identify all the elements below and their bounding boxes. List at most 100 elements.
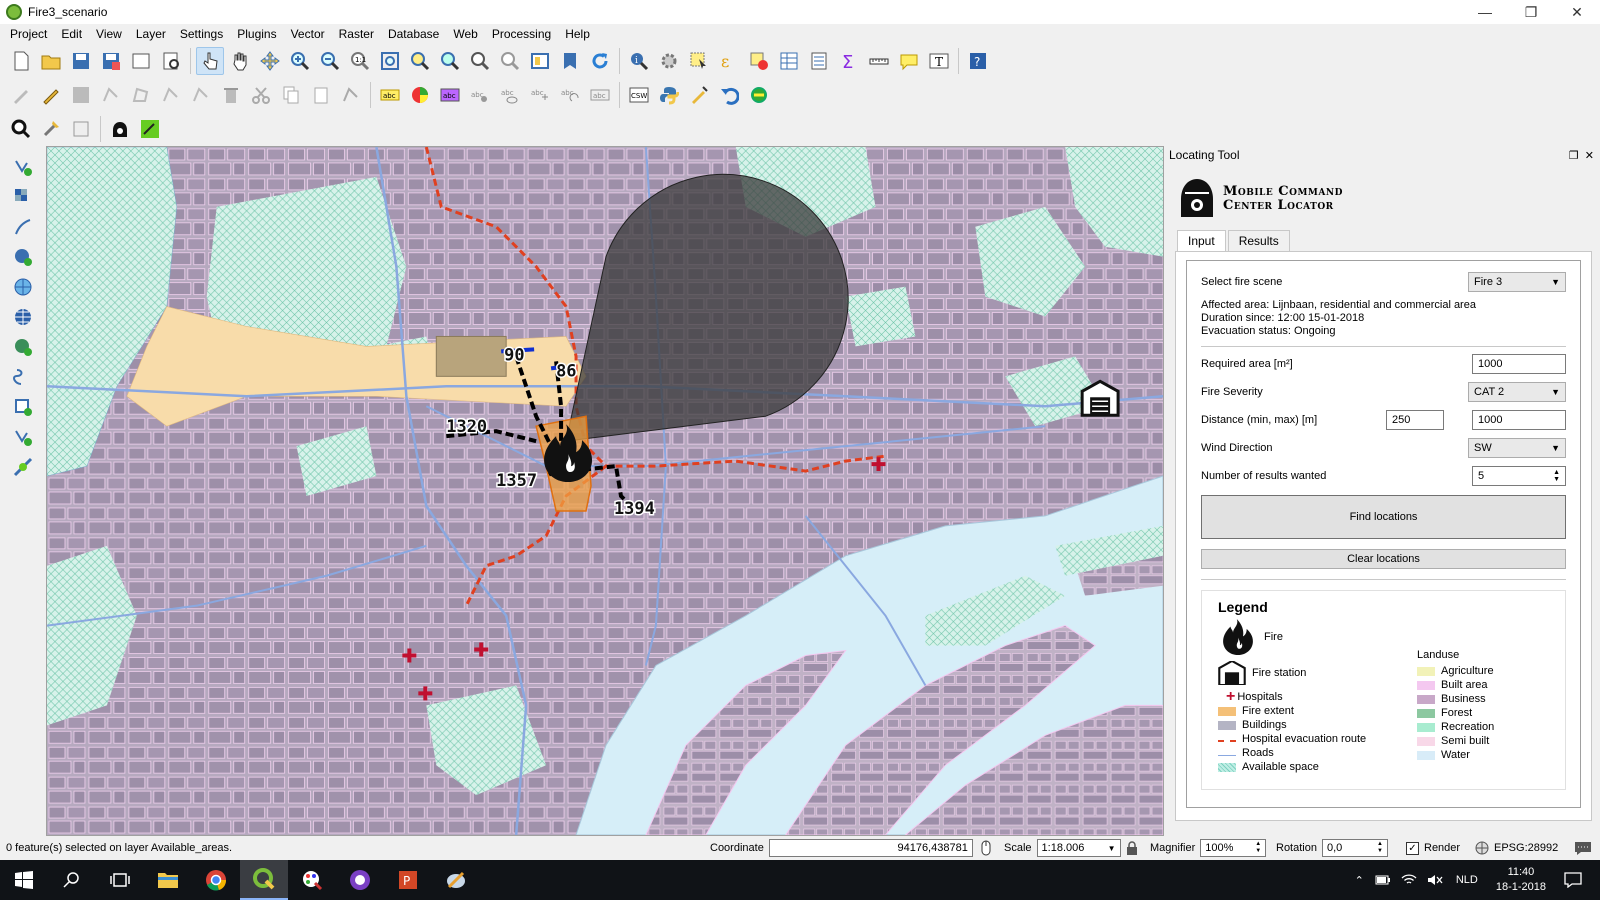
menu-vector[interactable]: Vector xyxy=(284,27,332,41)
text-annotation-button[interactable]: T xyxy=(925,47,953,75)
spin-arrows-icon[interactable]: ▲ ▼ xyxy=(1255,841,1261,855)
distance-max-input[interactable]: 1000 xyxy=(1472,410,1566,430)
scale-combobox[interactable]: 1:18.006 ▼ xyxy=(1036,839,1121,857)
attribute-table-button[interactable] xyxy=(775,47,803,75)
show-hide-labels-button[interactable]: abc xyxy=(496,81,524,109)
magnifier-spinbox[interactable]: 100% ▲ ▼ xyxy=(1200,839,1267,857)
open-project-button[interactable] xyxy=(37,47,65,75)
bookmarks-button[interactable] xyxy=(556,47,584,75)
change-label-button[interactable]: abc xyxy=(586,81,614,109)
menu-raster[interactable]: Raster xyxy=(332,27,381,41)
copy-features-button[interactable] xyxy=(277,81,305,109)
new-print-layout-button[interactable] xyxy=(127,47,155,75)
zoom-last-button[interactable] xyxy=(466,47,494,75)
save-as-button[interactable] xyxy=(97,47,125,75)
add-raster-layer-button[interactable] xyxy=(9,183,37,211)
mouse-icon[interactable] xyxy=(978,840,994,856)
move-feature-button[interactable] xyxy=(187,81,215,109)
select-features-button[interactable] xyxy=(685,47,713,75)
start-button[interactable] xyxy=(0,860,48,900)
select-by-expression-button[interactable]: ε xyxy=(715,47,743,75)
dock-float-button[interactable]: ❐ xyxy=(1569,149,1579,162)
zoom-next-button[interactable] xyxy=(496,47,524,75)
dock-close-button[interactable]: ✕ xyxy=(1585,149,1594,162)
new-shapefile-button[interactable] xyxy=(9,393,37,421)
layout-tool-button[interactable] xyxy=(67,115,95,143)
chrome-button[interactable] xyxy=(192,860,240,900)
vertex-tool-button[interactable] xyxy=(157,81,185,109)
zoom-tool-button[interactable] xyxy=(7,115,35,143)
georeferencer-button[interactable] xyxy=(685,81,713,109)
chevron-up-icon[interactable]: ⌃ xyxy=(1355,874,1364,887)
add-wms-layer-button[interactable] xyxy=(9,273,37,301)
zoom-out-button[interactable] xyxy=(316,47,344,75)
coordinate-field[interactable]: 94176,438781 xyxy=(768,839,973,857)
touch-zoom-pan-button[interactable] xyxy=(196,47,224,75)
zoom-to-selection-button[interactable] xyxy=(406,47,434,75)
fire-scene-select[interactable]: Fire 3 ▼ xyxy=(1468,272,1566,292)
help-button[interactable]: ? xyxy=(964,47,992,75)
add-delimited-text-button[interactable] xyxy=(9,213,37,241)
python-console-button[interactable] xyxy=(655,81,683,109)
menu-database[interactable]: Database xyxy=(381,27,446,41)
undo-button[interactable] xyxy=(715,81,743,109)
menu-help[interactable]: Help xyxy=(558,27,597,41)
menu-web[interactable]: Web xyxy=(446,27,484,41)
paint-button[interactable] xyxy=(288,860,336,900)
save-edits-button[interactable] xyxy=(67,81,95,109)
add-wfs-layer-button[interactable] xyxy=(9,333,37,361)
map-svg[interactable]: 90 86 1320 1357 1394 xyxy=(47,147,1163,835)
add-postgis-layer-button[interactable] xyxy=(9,243,37,271)
digitize-button[interactable] xyxy=(337,81,365,109)
app-button[interactable] xyxy=(336,860,384,900)
menu-project[interactable]: Project xyxy=(3,27,54,41)
tools-button[interactable] xyxy=(37,115,65,143)
current-edits-button[interactable] xyxy=(7,81,35,109)
field-calculator-button[interactable] xyxy=(805,47,833,75)
spin-arrows-icon[interactable]: ▲ ▼ xyxy=(1553,469,1560,483)
new-project-button[interactable] xyxy=(7,47,35,75)
add-virtual-layer-button[interactable] xyxy=(9,363,37,391)
notifications-icon[interactable] xyxy=(1564,872,1582,888)
refresh-button[interactable] xyxy=(586,47,614,75)
tab-input[interactable]: Input xyxy=(1177,230,1226,251)
layer-labeling-button[interactable]: abc xyxy=(376,81,404,109)
pan-map-button[interactable] xyxy=(226,47,254,75)
delete-selected-button[interactable] xyxy=(217,81,245,109)
csw-button[interactable]: CSW xyxy=(625,81,653,109)
layout-manager-button[interactable] xyxy=(157,47,185,75)
render-checkbox[interactable]: ✓ xyxy=(1406,841,1419,855)
locating-tool-button[interactable] xyxy=(106,115,134,143)
maximize-button[interactable]: ❐ xyxy=(1508,0,1554,24)
run-action-button[interactable] xyxy=(655,47,683,75)
minimize-button[interactable]: — xyxy=(1462,0,1508,24)
close-button[interactable]: ✕ xyxy=(1554,0,1600,24)
diagram-options-button[interactable] xyxy=(406,81,434,109)
pan-to-selection-button[interactable] xyxy=(256,47,284,75)
zoom-in-button[interactable] xyxy=(286,47,314,75)
add-feature-button[interactable] xyxy=(97,81,125,109)
gps-tools-button[interactable] xyxy=(9,453,37,481)
wind-direction-select[interactable]: SW ▼ xyxy=(1468,438,1566,458)
menu-plugins[interactable]: Plugins xyxy=(230,27,283,41)
rotate-label-button[interactable]: abc xyxy=(556,81,584,109)
distance-min-input[interactable]: 250 xyxy=(1386,410,1444,430)
clear-locations-button[interactable]: Clear locations xyxy=(1201,549,1566,569)
add-wcs-layer-button[interactable] xyxy=(9,303,37,331)
new-map-view-button[interactable] xyxy=(526,47,554,75)
save-project-button[interactable] xyxy=(67,47,95,75)
spin-arrows-icon[interactable]: ▲ ▼ xyxy=(1377,841,1383,855)
sync-button[interactable] xyxy=(745,81,773,109)
search-button[interactable] xyxy=(48,860,96,900)
add-polygon-button[interactable] xyxy=(127,81,155,109)
clock[interactable]: 11:40 18-1-2018 xyxy=(1496,865,1546,895)
pin-labels-button[interactable]: abc xyxy=(466,81,494,109)
wifi-icon[interactable] xyxy=(1401,873,1417,887)
crs-group[interactable]: EPSG:28992 xyxy=(1475,841,1558,855)
map-canvas[interactable]: 90 86 1320 1357 1394 xyxy=(46,146,1164,836)
menu-processing[interactable]: Processing xyxy=(485,27,558,41)
move-label-button[interactable]: abc xyxy=(526,81,554,109)
deselect-button[interactable] xyxy=(745,47,773,75)
highlight-labels-button[interactable]: abc xyxy=(436,81,464,109)
identify-button[interactable]: i xyxy=(625,47,653,75)
